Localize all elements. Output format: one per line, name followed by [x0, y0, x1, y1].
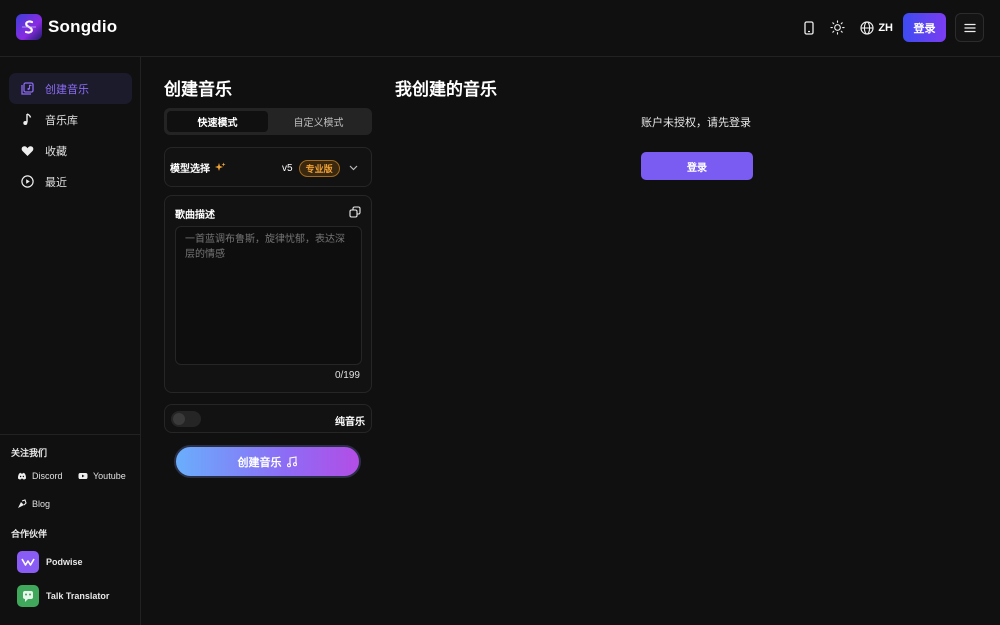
sidebar-divider	[0, 434, 141, 435]
heart-icon	[20, 144, 34, 158]
sparkle-icon	[215, 162, 226, 171]
song-description-card: 歌曲描述 0/199	[164, 195, 372, 393]
follow-us-title: 关注我们	[11, 448, 48, 458]
theme-sun-icon[interactable]	[826, 17, 848, 39]
music-note-icon	[20, 113, 34, 127]
podwise-logo-icon	[17, 551, 39, 573]
social-link-youtube[interactable]: Youtube	[78, 471, 126, 481]
discord-icon	[17, 471, 27, 481]
partners-title: 合作伙伴	[11, 529, 48, 539]
model-label-group: 模型选择	[170, 160, 226, 175]
globe-icon	[860, 20, 874, 35]
sidebar-item-library[interactable]: 音乐库	[9, 104, 132, 135]
mobile-icon[interactable]	[798, 17, 820, 39]
partner-label: Talk Translator	[46, 591, 110, 601]
create-music-button[interactable]: 创建音乐	[174, 445, 361, 478]
main-login-button[interactable]: 登录	[641, 152, 753, 180]
music-add-icon	[20, 82, 34, 96]
tab-quick-mode[interactable]: 快速模式	[167, 111, 268, 132]
partner-talk-translator[interactable]: Talk Translator	[17, 585, 109, 607]
toggle-knob	[173, 413, 185, 425]
instrumental-label: 纯音乐	[335, 417, 365, 428]
sidebar-item-recent[interactable]: 最近	[9, 166, 132, 197]
sidebar-item-label: 音乐库	[45, 114, 78, 127]
music-notes-icon	[286, 455, 297, 467]
sidebar-item-create-music[interactable]: 创建音乐	[9, 73, 132, 104]
sidebar: 创建音乐 音乐库 收藏 最近 关注我们 Discord Youtube Blog…	[0, 57, 141, 625]
sidebar-item-label: 最近	[45, 176, 67, 189]
partner-podwise[interactable]: Podwise	[17, 551, 83, 573]
model-label: 模型选择	[170, 163, 210, 175]
app-name: Songdio	[48, 17, 118, 36]
mode-tabs: 快速模式 自定义模式	[164, 108, 372, 135]
social-link-discord[interactable]: Discord	[17, 471, 63, 481]
create-music-title: 创建音乐	[164, 80, 232, 99]
copy-icon[interactable]	[349, 206, 361, 218]
youtube-icon	[78, 471, 88, 481]
sidebar-item-label: 创建音乐	[45, 83, 89, 96]
sidebar-item-favorites[interactable]: 收藏	[9, 135, 132, 166]
top-header: Songdio ZH 登录	[0, 0, 1000, 57]
play-circle-icon	[20, 175, 34, 189]
social-label: Youtube	[93, 471, 126, 481]
pro-badge: 专业版	[298, 159, 340, 177]
character-count: 0/199	[334, 370, 360, 381]
partner-label: Podwise	[46, 557, 83, 567]
talk-translator-logo-icon	[17, 585, 39, 607]
hamburger-icon	[963, 23, 976, 32]
blog-icon	[17, 499, 27, 509]
model-version-select[interactable]: v5 专业版	[275, 154, 365, 182]
menu-button[interactable]	[955, 13, 984, 42]
chevron-down-icon	[349, 165, 358, 171]
songdio-logo-icon	[16, 14, 42, 40]
social-label: Blog	[32, 499, 51, 509]
auth-message: 账户未授权，请先登录	[641, 117, 751, 129]
model-selector-card: 模型选择 v5 专业版	[164, 147, 372, 187]
social-label: Discord	[32, 471, 63, 481]
instrumental-card: 纯音乐	[164, 404, 372, 433]
tab-custom-mode[interactable]: 自定义模式	[268, 111, 369, 132]
song-description-label: 歌曲描述	[175, 210, 215, 221]
social-link-blog[interactable]: Blog	[17, 499, 50, 509]
language-switcher[interactable]: ZH	[860, 20, 893, 35]
my-music-title: 我创建的音乐	[395, 80, 497, 99]
create-music-button-label: 创建音乐	[237, 456, 282, 469]
song-description-input[interactable]	[175, 226, 362, 365]
header-login-button[interactable]: 登录	[903, 13, 946, 42]
sidebar-item-label: 收藏	[45, 145, 67, 158]
logo[interactable]: Songdio	[16, 14, 117, 40]
language-label: ZH	[878, 21, 893, 34]
instrumental-toggle[interactable]	[171, 411, 201, 427]
model-version: v5	[282, 162, 293, 174]
